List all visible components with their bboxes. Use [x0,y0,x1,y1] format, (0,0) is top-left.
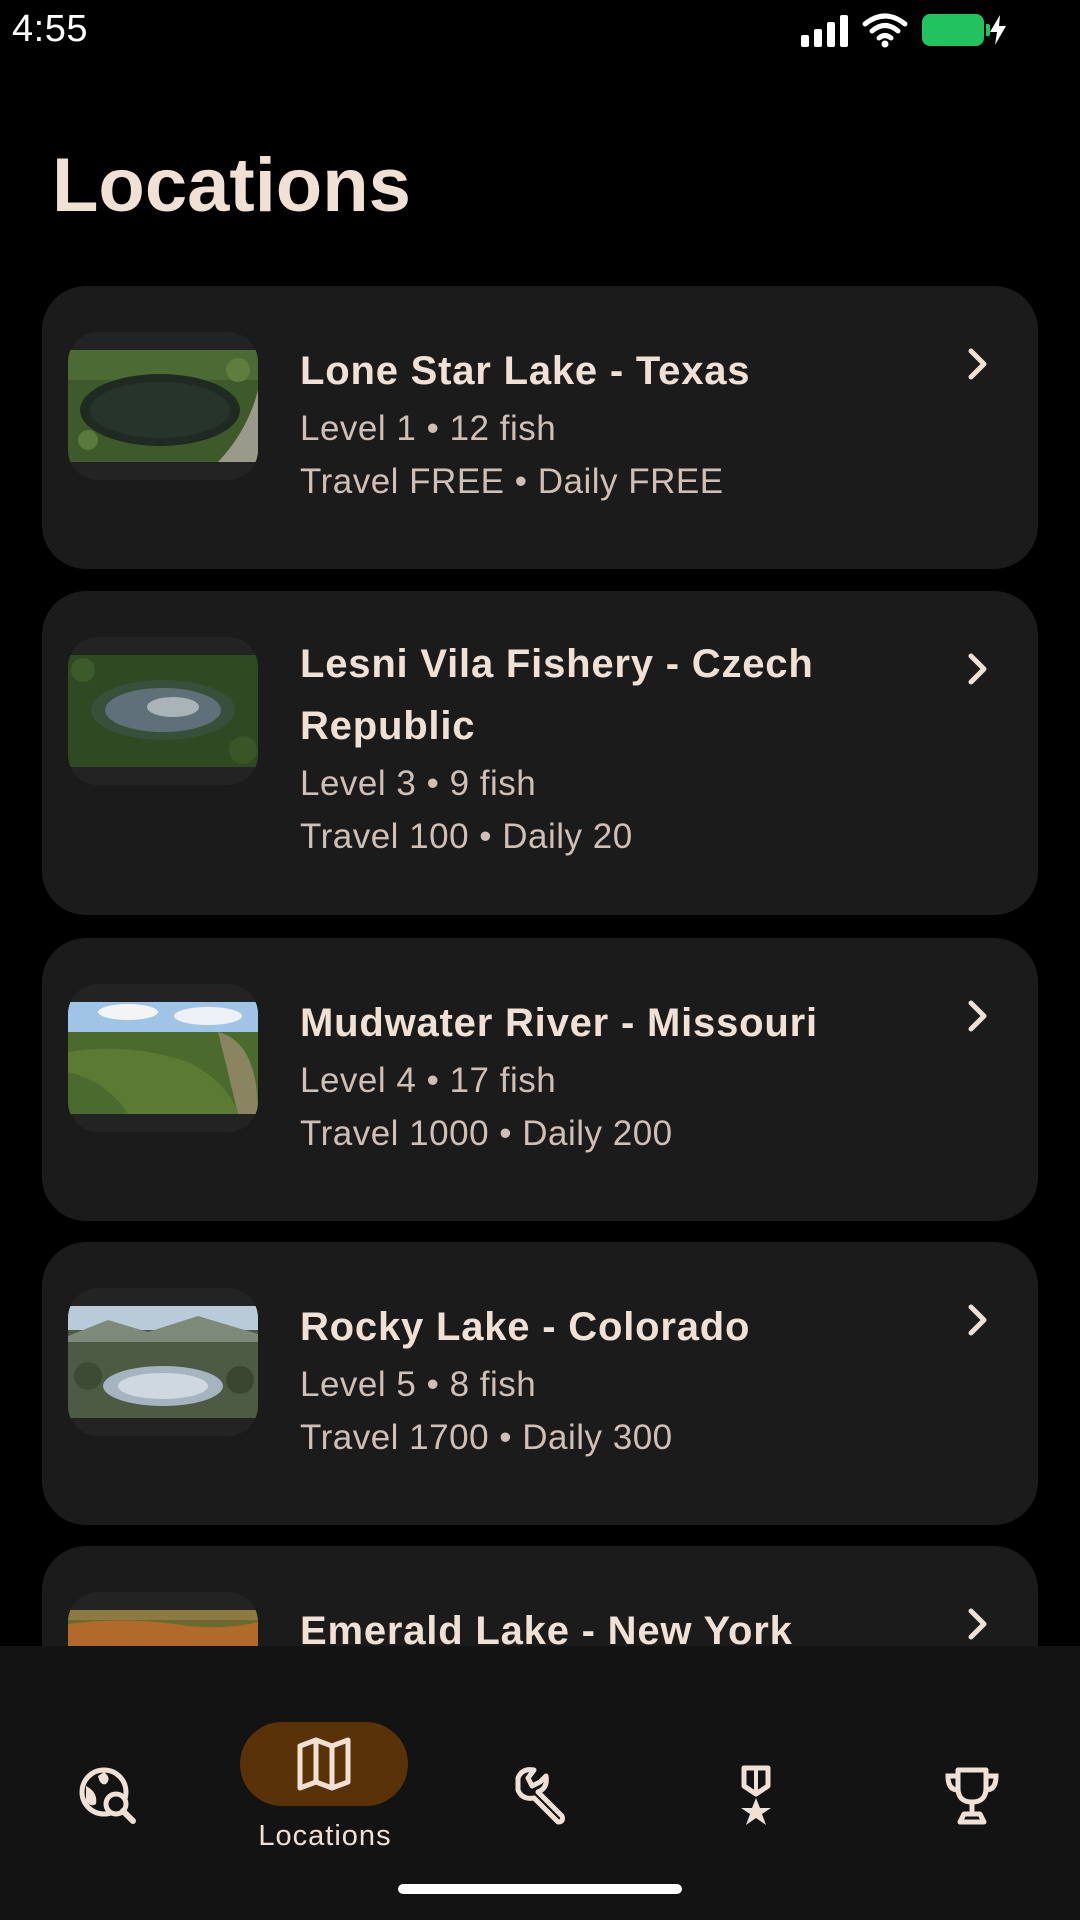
location-card-mudwater-river[interactable]: Mudwater River - Missouri Level 4 • 17 f… [42,938,1038,1221]
location-name: Lone Star Lake - Texas [300,349,751,393]
page-title: Locations [52,143,411,228]
location-stats: Level 4 • 17 fish [300,1061,557,1100]
home-indicator[interactable] [398,1884,682,1894]
globe-search-icon [79,1767,136,1824]
location-stats: Level 3 • 9 fish [300,764,537,803]
location-card-lesni-vila-fishery[interactable]: Lesni Vila Fishery - Czech Republic Leve… [42,591,1038,915]
nav-item-explore[interactable] [18,1684,198,1824]
location-thumbnail [68,637,258,785]
nav-item-achievements[interactable] [666,1684,846,1825]
location-stats: Level 1 • 12 fish [300,409,557,448]
location-costs: Travel 1700 • Daily 300 [300,1418,673,1457]
nav-item-leaderboard[interactable] [882,1684,1062,1825]
chevron-right-icon [968,1608,987,1640]
wrench-icon [515,1767,565,1825]
location-thumbnail [68,1288,258,1436]
location-name: Mudwater River - Missouri [300,1001,818,1045]
location-name: Emerald Lake - New York [300,1609,793,1646]
location-costs: Travel 1000 • Daily 200 [300,1114,673,1153]
location-card-emerald-lake[interactable]: Emerald Lake - New York [42,1546,1038,1646]
map-icon [297,1737,351,1791]
nav-active-indicator [240,1722,408,1806]
location-thumbnail [68,332,258,480]
location-costs: Travel 100 • Daily 20 [300,817,633,856]
locations-list[interactable]: Locations Lone Star Lake - Texas Level 1… [0,0,1080,1646]
location-thumbnail [68,1592,258,1646]
nav-item-locations[interactable]: Locations [230,1684,410,1852]
nav-label-locations: Locations [258,1820,392,1852]
trophy-icon [945,1767,999,1825]
chevron-right-icon [968,348,987,380]
location-name: Rocky Lake - Colorado [300,1305,751,1349]
location-name: Lesni Vila Fishery - Czech Republic [300,642,814,748]
location-card-lone-star-lake[interactable]: Lone Star Lake - Texas Level 1 • 12 fish… [42,286,1038,569]
location-card-rocky-lake[interactable]: Rocky Lake - Colorado Level 5 • 8 fish T… [42,1242,1038,1525]
medal-icon [741,1765,771,1825]
location-thumbnail [68,984,258,1132]
location-costs: Travel FREE • Daily FREE [300,462,724,501]
nav-item-tackle[interactable] [450,1684,630,1825]
location-stats: Level 5 • 8 fish [300,1365,537,1404]
chevron-right-icon [968,1000,987,1032]
bottom-navigation: Locations [0,1646,1080,1920]
chevron-right-icon [968,1304,987,1336]
chevron-right-icon [968,653,987,685]
